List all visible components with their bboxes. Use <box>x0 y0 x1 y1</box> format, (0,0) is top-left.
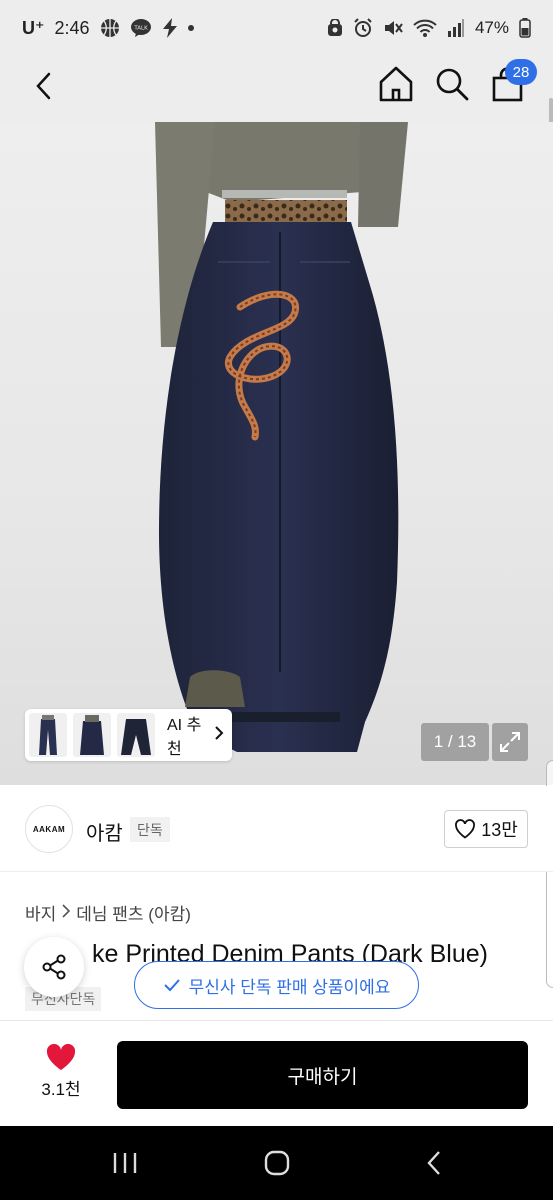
heart-outline-icon <box>455 819 476 839</box>
share-icon <box>42 954 66 980</box>
product-image-gallery[interactable] <box>0 122 553 785</box>
wifi-icon <box>413 18 437 38</box>
search-button[interactable] <box>432 62 472 106</box>
brand-like-count: 13만 <box>481 820 518 840</box>
basketball-icon <box>100 18 120 38</box>
clock: 2:46 <box>54 17 90 38</box>
brand-logo[interactable]: AAKAM <box>25 805 73 853</box>
top-nav <box>0 56 553 122</box>
breadcrumb: 바지 데님 팬츠 (아캄) <box>25 900 191 925</box>
back-arrow-icon <box>427 1151 440 1175</box>
share-button[interactable] <box>24 937 84 997</box>
kakaotalk-icon: TALK <box>130 18 152 38</box>
home-button[interactable] <box>376 62 416 106</box>
chevron-right-icon <box>214 725 224 746</box>
breadcrumb-category[interactable]: 바지 <box>25 900 56 925</box>
signal-icon <box>447 19 465 37</box>
brand-name[interactable]: 아캄 <box>86 817 123 846</box>
talk-text: TALK <box>133 26 148 32</box>
recent-apps-button[interactable] <box>108 1150 142 1176</box>
chevron-right-icon <box>62 903 71 923</box>
ai-thumbnail <box>73 713 111 757</box>
exclusive-toast: 무신사 단독 판매 상품이에요 <box>134 961 419 1009</box>
brand-exclusive-tag: 단독 <box>130 817 170 842</box>
more-notifications-dot <box>187 25 194 31</box>
home-system-button[interactable] <box>262 1148 292 1178</box>
purchase-bar: 3.1천 구매하기 <box>0 1020 553 1126</box>
mute-icon <box>383 18 403 38</box>
expand-image-button[interactable] <box>492 723 528 761</box>
check-icon <box>163 979 180 992</box>
buy-button[interactable]: 구매하기 <box>117 1041 528 1109</box>
alarm-icon <box>353 18 373 38</box>
system-navigation-bar <box>0 1126 553 1200</box>
breadcrumb-subcategory[interactable]: 데님 팬츠 (아캄) <box>76 900 191 925</box>
product-photo <box>155 122 408 752</box>
recent-apps-icon <box>113 1153 137 1173</box>
toast-text: 무신사 단독 판매 상품이에요 <box>188 977 391 997</box>
ai-thumbnail <box>29 713 67 757</box>
carrier-label: U⁺ <box>22 17 45 38</box>
battery-icon <box>519 18 531 38</box>
expand-icon <box>500 732 520 752</box>
back-button[interactable] <box>24 66 64 106</box>
bolt-icon <box>162 18 178 38</box>
search-icon <box>436 68 469 101</box>
ai-thumbnail <box>117 713 155 757</box>
cart-count-badge: 28 <box>505 59 537 85</box>
brand-like-button[interactable]: 13만 <box>444 810 528 848</box>
heart-filled-icon <box>46 1043 76 1070</box>
ai-recommend-label: AI 추천 <box>167 717 202 758</box>
favorite-count: 3.1천 <box>41 1080 81 1099</box>
chevron-left-icon <box>36 72 51 100</box>
home-circle-icon <box>264 1150 290 1176</box>
brand-row: AAKAM 아캄 단독 13만 <box>0 786 553 872</box>
image-counter: 1 / 13 <box>421 723 489 761</box>
favorite-button[interactable]: 3.1천 <box>25 1043 97 1107</box>
ai-recommend-button[interactable]: AI 추천 <box>25 709 232 761</box>
back-system-button[interactable] <box>420 1148 450 1178</box>
status-bar: U⁺ 2:46 TALK 47% <box>0 0 553 56</box>
battery-percent: 47% <box>474 18 509 37</box>
home-icon <box>379 66 413 102</box>
lock-app-icon <box>327 19 343 37</box>
